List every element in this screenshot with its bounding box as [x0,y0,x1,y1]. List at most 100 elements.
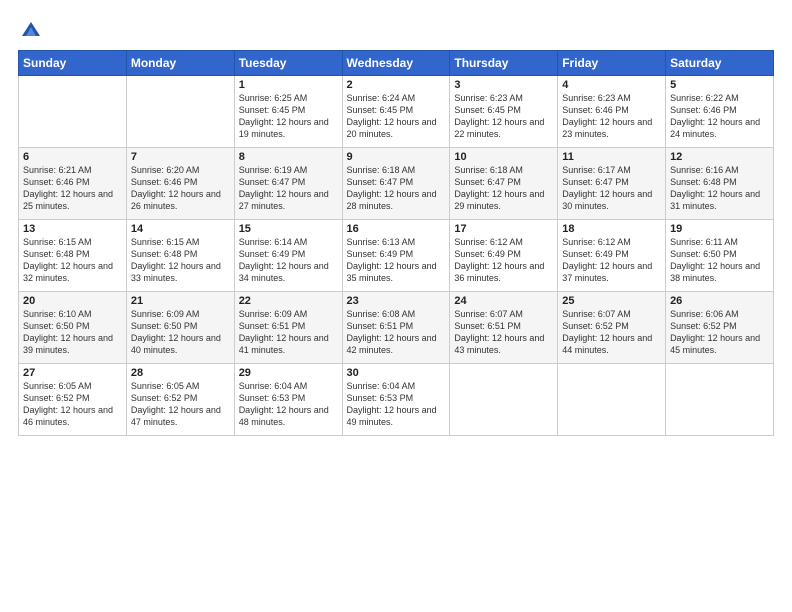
day-number: 30 [347,367,446,379]
day-info: Sunrise: 6:17 AM Sunset: 6:47 PM Dayligh… [562,164,661,213]
day-number: 15 [239,223,338,235]
page: SundayMondayTuesdayWednesdayThursdayFrid… [0,0,792,612]
day-number: 9 [347,151,446,163]
day-info: Sunrise: 6:04 AM Sunset: 6:53 PM Dayligh… [347,380,446,429]
day-number: 21 [131,295,230,307]
day-number: 12 [670,151,769,163]
calendar-week-row: 6Sunrise: 6:21 AM Sunset: 6:46 PM Daylig… [19,148,774,220]
day-number: 11 [562,151,661,163]
calendar-cell: 4Sunrise: 6:23 AM Sunset: 6:46 PM Daylig… [558,76,666,148]
day-number: 29 [239,367,338,379]
weekday-header-monday: Monday [126,51,234,76]
day-number: 5 [670,79,769,91]
weekday-header-wednesday: Wednesday [342,51,450,76]
calendar-cell: 18Sunrise: 6:12 AM Sunset: 6:49 PM Dayli… [558,220,666,292]
day-number: 13 [23,223,122,235]
calendar-cell [558,364,666,436]
day-info: Sunrise: 6:07 AM Sunset: 6:51 PM Dayligh… [454,308,553,357]
weekday-header-sunday: Sunday [19,51,127,76]
day-info: Sunrise: 6:09 AM Sunset: 6:50 PM Dayligh… [131,308,230,357]
day-info: Sunrise: 6:05 AM Sunset: 6:52 PM Dayligh… [23,380,122,429]
day-info: Sunrise: 6:05 AM Sunset: 6:52 PM Dayligh… [131,380,230,429]
day-info: Sunrise: 6:12 AM Sunset: 6:49 PM Dayligh… [562,236,661,285]
day-number: 18 [562,223,661,235]
calendar-cell: 26Sunrise: 6:06 AM Sunset: 6:52 PM Dayli… [666,292,774,364]
calendar-table: SundayMondayTuesdayWednesdayThursdayFrid… [18,50,774,436]
calendar-cell: 14Sunrise: 6:15 AM Sunset: 6:48 PM Dayli… [126,220,234,292]
calendar-cell: 28Sunrise: 6:05 AM Sunset: 6:52 PM Dayli… [126,364,234,436]
calendar-cell: 7Sunrise: 6:20 AM Sunset: 6:46 PM Daylig… [126,148,234,220]
calendar-cell: 23Sunrise: 6:08 AM Sunset: 6:51 PM Dayli… [342,292,450,364]
day-number: 20 [23,295,122,307]
day-info: Sunrise: 6:04 AM Sunset: 6:53 PM Dayligh… [239,380,338,429]
day-info: Sunrise: 6:16 AM Sunset: 6:48 PM Dayligh… [670,164,769,213]
day-info: Sunrise: 6:18 AM Sunset: 6:47 PM Dayligh… [347,164,446,213]
day-number: 23 [347,295,446,307]
day-info: Sunrise: 6:10 AM Sunset: 6:50 PM Dayligh… [23,308,122,357]
calendar-cell: 15Sunrise: 6:14 AM Sunset: 6:49 PM Dayli… [234,220,342,292]
calendar-week-row: 20Sunrise: 6:10 AM Sunset: 6:50 PM Dayli… [19,292,774,364]
calendar-cell [450,364,558,436]
day-number: 25 [562,295,661,307]
day-info: Sunrise: 6:13 AM Sunset: 6:49 PM Dayligh… [347,236,446,285]
day-info: Sunrise: 6:25 AM Sunset: 6:45 PM Dayligh… [239,92,338,141]
day-number: 10 [454,151,553,163]
calendar-cell: 22Sunrise: 6:09 AM Sunset: 6:51 PM Dayli… [234,292,342,364]
calendar-cell [126,76,234,148]
day-info: Sunrise: 6:20 AM Sunset: 6:46 PM Dayligh… [131,164,230,213]
day-number: 6 [23,151,122,163]
weekday-header-friday: Friday [558,51,666,76]
day-number: 1 [239,79,338,91]
calendar-cell: 11Sunrise: 6:17 AM Sunset: 6:47 PM Dayli… [558,148,666,220]
calendar-week-row: 1Sunrise: 6:25 AM Sunset: 6:45 PM Daylig… [19,76,774,148]
day-info: Sunrise: 6:21 AM Sunset: 6:46 PM Dayligh… [23,164,122,213]
calendar-cell: 8Sunrise: 6:19 AM Sunset: 6:47 PM Daylig… [234,148,342,220]
calendar-cell: 10Sunrise: 6:18 AM Sunset: 6:47 PM Dayli… [450,148,558,220]
calendar-header-row: SundayMondayTuesdayWednesdayThursdayFrid… [19,51,774,76]
day-number: 22 [239,295,338,307]
calendar-cell: 27Sunrise: 6:05 AM Sunset: 6:52 PM Dayli… [19,364,127,436]
calendar-cell: 2Sunrise: 6:24 AM Sunset: 6:45 PM Daylig… [342,76,450,148]
day-number: 26 [670,295,769,307]
calendar-cell: 3Sunrise: 6:23 AM Sunset: 6:45 PM Daylig… [450,76,558,148]
day-number: 24 [454,295,553,307]
day-info: Sunrise: 6:15 AM Sunset: 6:48 PM Dayligh… [131,236,230,285]
day-number: 7 [131,151,230,163]
day-info: Sunrise: 6:12 AM Sunset: 6:49 PM Dayligh… [454,236,553,285]
day-number: 14 [131,223,230,235]
day-number: 16 [347,223,446,235]
calendar-cell: 1Sunrise: 6:25 AM Sunset: 6:45 PM Daylig… [234,76,342,148]
logo [18,18,42,40]
calendar-cell [666,364,774,436]
day-info: Sunrise: 6:23 AM Sunset: 6:46 PM Dayligh… [562,92,661,141]
calendar-cell: 21Sunrise: 6:09 AM Sunset: 6:50 PM Dayli… [126,292,234,364]
day-number: 17 [454,223,553,235]
weekday-header-saturday: Saturday [666,51,774,76]
calendar-cell: 29Sunrise: 6:04 AM Sunset: 6:53 PM Dayli… [234,364,342,436]
day-info: Sunrise: 6:08 AM Sunset: 6:51 PM Dayligh… [347,308,446,357]
day-number: 27 [23,367,122,379]
calendar-cell: 19Sunrise: 6:11 AM Sunset: 6:50 PM Dayli… [666,220,774,292]
calendar-cell: 24Sunrise: 6:07 AM Sunset: 6:51 PM Dayli… [450,292,558,364]
weekday-header-thursday: Thursday [450,51,558,76]
day-info: Sunrise: 6:07 AM Sunset: 6:52 PM Dayligh… [562,308,661,357]
day-info: Sunrise: 6:09 AM Sunset: 6:51 PM Dayligh… [239,308,338,357]
day-info: Sunrise: 6:23 AM Sunset: 6:45 PM Dayligh… [454,92,553,141]
calendar-cell: 20Sunrise: 6:10 AM Sunset: 6:50 PM Dayli… [19,292,127,364]
day-number: 8 [239,151,338,163]
logo-icon [20,18,42,40]
header [18,18,774,40]
calendar-cell: 6Sunrise: 6:21 AM Sunset: 6:46 PM Daylig… [19,148,127,220]
calendar-cell: 9Sunrise: 6:18 AM Sunset: 6:47 PM Daylig… [342,148,450,220]
day-info: Sunrise: 6:22 AM Sunset: 6:46 PM Dayligh… [670,92,769,141]
day-info: Sunrise: 6:06 AM Sunset: 6:52 PM Dayligh… [670,308,769,357]
day-info: Sunrise: 6:15 AM Sunset: 6:48 PM Dayligh… [23,236,122,285]
calendar-cell: 17Sunrise: 6:12 AM Sunset: 6:49 PM Dayli… [450,220,558,292]
calendar-cell: 5Sunrise: 6:22 AM Sunset: 6:46 PM Daylig… [666,76,774,148]
day-number: 2 [347,79,446,91]
calendar-week-row: 13Sunrise: 6:15 AM Sunset: 6:48 PM Dayli… [19,220,774,292]
day-info: Sunrise: 6:24 AM Sunset: 6:45 PM Dayligh… [347,92,446,141]
calendar-week-row: 27Sunrise: 6:05 AM Sunset: 6:52 PM Dayli… [19,364,774,436]
day-info: Sunrise: 6:11 AM Sunset: 6:50 PM Dayligh… [670,236,769,285]
calendar-cell: 12Sunrise: 6:16 AM Sunset: 6:48 PM Dayli… [666,148,774,220]
